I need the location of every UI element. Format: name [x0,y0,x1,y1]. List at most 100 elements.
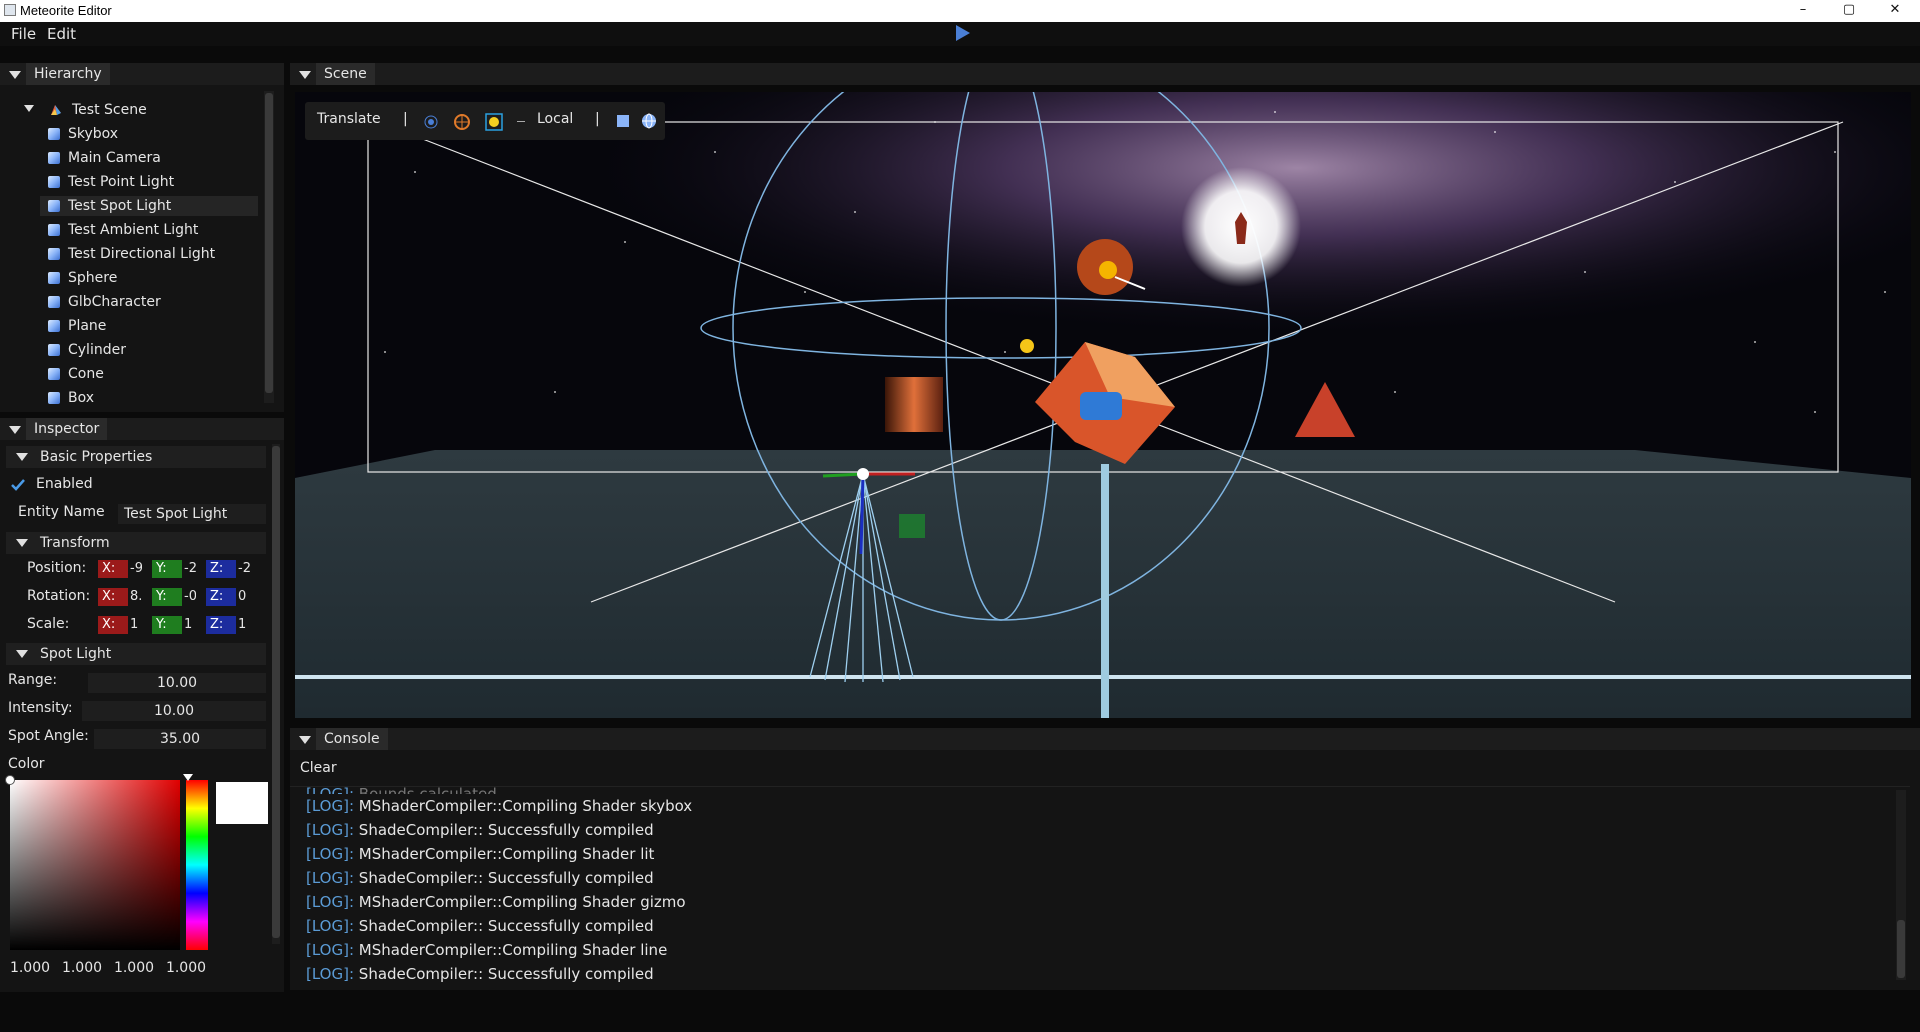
scale-y-field[interactable]: Y: [152,616,182,634]
entity-cube-icon [48,272,60,284]
tab-hierarchy[interactable]: Hierarchy [26,63,110,85]
color-r-input[interactable]: 1.000 [6,958,54,978]
position-y-field[interactable]: Y: [152,560,182,578]
tab-inspector[interactable]: Inspector [26,418,108,440]
color-b-input[interactable]: 1.000 [110,958,158,978]
intensity-input[interactable]: 10.00 [82,701,266,721]
section-title: Transform [40,535,110,551]
checkmark-icon[interactable] [10,478,26,492]
scene-render[interactable] [295,92,1911,718]
minimize-button[interactable]: – [1780,0,1826,22]
hierarchy-scrollbar[interactable] [264,91,274,403]
space-mode-button[interactable]: Local [537,111,573,127]
tab-scene[interactable]: Scene [316,63,375,85]
scale-z-field[interactable]: Z: [206,616,236,634]
collapse-icon[interactable] [9,426,21,434]
console-scrollbar[interactable] [1896,790,1906,980]
scene-icon [51,105,61,115]
collapse-icon[interactable] [299,71,311,79]
collapse-icon[interactable] [9,71,21,79]
entity-cube-icon [48,176,60,188]
tree-item[interactable]: Sphere [40,268,258,288]
local-cube-icon[interactable] [615,113,631,129]
rotation-x-value[interactable]: 8. [130,588,142,606]
scale-z-value[interactable]: 1 [238,616,250,634]
section-transform[interactable]: Transform [6,532,266,554]
hue-slider-handle[interactable] [183,774,193,781]
inspector-scroll-thumb[interactable] [272,446,280,938]
color-picker-cursor[interactable] [5,775,15,785]
play-icon[interactable] [956,25,970,41]
position-x-field[interactable]: X: [98,560,128,578]
log-message: MShaderCompiler::Compiling Shader line [358,941,668,959]
section-basic-properties[interactable]: Basic Properties [6,446,266,468]
color-preview-swatch[interactable] [216,782,268,824]
tree-item[interactable]: Skybox [40,124,258,144]
log-tag: [LOG]: [306,965,355,983]
range-input[interactable]: 10.00 [88,673,266,693]
scene-viewport[interactable]: Translate | Local | [295,92,1911,718]
scale-x-value[interactable]: 1 [130,616,142,634]
close-button[interactable]: ✕ [1872,0,1918,22]
rotation-x-field[interactable]: X: [98,588,128,606]
log-message: ShadeCompiler:: Successfully compiled [358,821,654,839]
hierarchy-scroll-thumb[interactable] [265,93,273,393]
inspector-scrollbar[interactable] [272,444,280,944]
color-sv-picker[interactable] [10,780,180,950]
transform-mode-button[interactable]: Translate [317,111,381,127]
position-z-value[interactable]: -2 [238,560,250,578]
entity-cube-icon [48,224,60,236]
tree-item[interactable]: Test Directional Light [40,244,258,264]
tree-item[interactable]: Plane [40,316,258,336]
collapse-icon[interactable] [299,736,311,744]
window-title: Meteorite Editor [20,3,112,18]
section-title: Basic Properties [40,449,153,465]
menu-file[interactable]: File [11,25,36,43]
log-line: [LOG]: MShaderCompiler::Compiling Shader… [306,844,654,864]
rotation-y-value[interactable]: -0 [184,588,196,606]
tree-item[interactable]: GlbCharacter [40,292,258,312]
log-tag: [LOG]: [306,845,355,863]
translate-icon[interactable] [423,114,439,130]
position-x-value[interactable]: -9 [130,560,142,578]
tree-item[interactable]: Cylinder [40,340,258,360]
rotation-y-field[interactable]: Y: [152,588,182,606]
position-z-field[interactable]: Z: [206,560,236,578]
tree-item[interactable]: Main Camera [40,148,258,168]
tree-item[interactable]: Cone [40,364,258,384]
global-globe-icon[interactable] [641,113,657,129]
spot-angle-input[interactable]: 35.00 [94,729,266,749]
toolbar-separator: | [403,111,408,127]
log-tag: [LOG]: [306,893,355,911]
tab-console[interactable]: Console [316,728,388,750]
console-scroll-thumb[interactable] [1897,920,1905,978]
tree-expand-icon[interactable] [24,105,34,112]
tree-item[interactable]: Test Spot Light [40,196,258,216]
color-g-input[interactable]: 1.000 [58,958,106,978]
entity-cube-icon [48,344,60,356]
rotation-z-field[interactable]: Z: [206,588,236,606]
position-label: Position: [27,560,87,576]
color-a-input[interactable]: 1.000 [162,958,210,978]
hue-slider[interactable] [186,780,208,950]
section-spot-light[interactable]: Spot Light [6,643,266,665]
rotate-icon[interactable] [453,113,471,131]
tree-root-test-scene[interactable]: Test Scene [48,100,248,120]
scale-icon[interactable] [485,113,503,131]
menu-edit[interactable]: Edit [47,25,76,43]
section-title: Spot Light [40,646,112,662]
entity-cube-icon [48,200,60,212]
maximize-button[interactable]: ▢ [1826,0,1872,22]
log-message: ShadeCompiler:: Successfully compiled [358,917,654,935]
log-message: ShadeCompiler:: Successfully compiled [358,965,654,983]
scale-x-field[interactable]: X: [98,616,128,634]
tree-item[interactable]: Box [40,388,258,408]
entity-name-input[interactable]: Test Spot Light [118,504,266,524]
entity-name-label: Entity Name [18,504,105,520]
tree-item[interactable]: Test Ambient Light [40,220,258,240]
clear-button[interactable]: Clear [300,760,337,776]
tree-item[interactable]: Test Point Light [40,172,258,192]
position-y-value[interactable]: -2 [184,560,196,578]
rotation-z-value[interactable]: 0 [238,588,250,606]
scale-y-value[interactable]: 1 [184,616,196,634]
